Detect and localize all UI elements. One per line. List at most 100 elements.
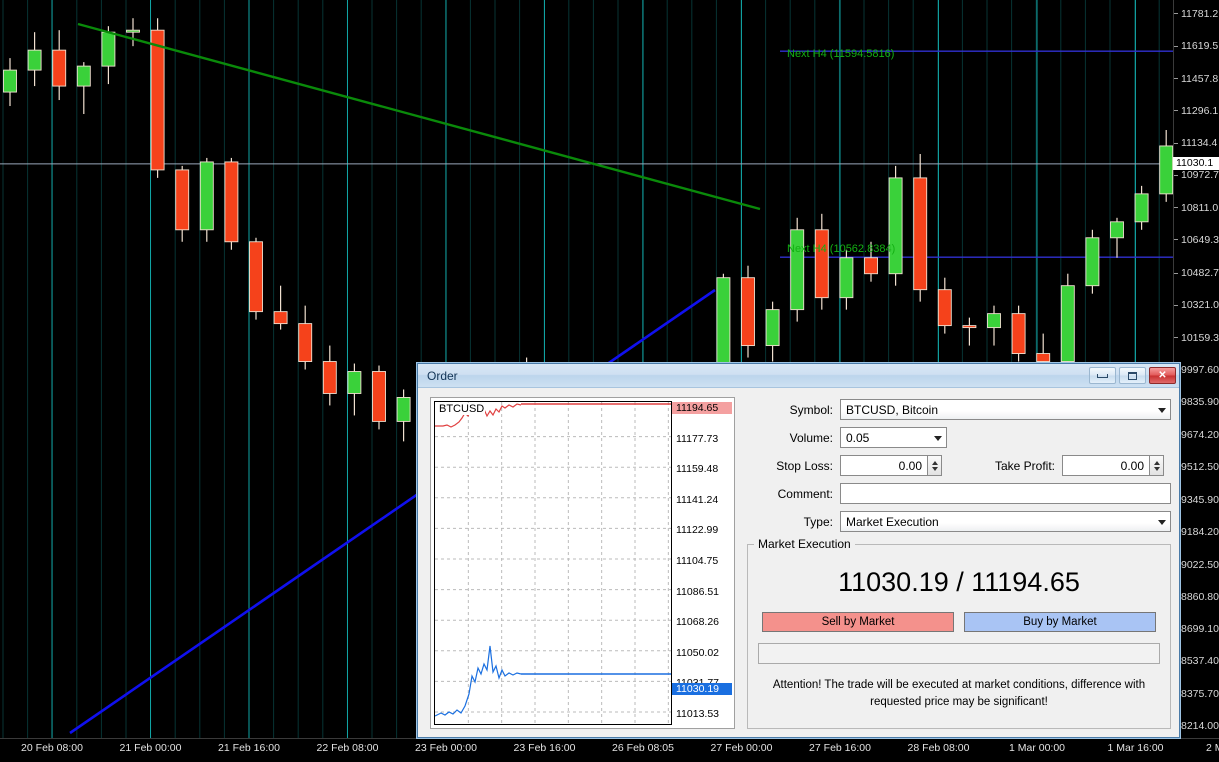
time-tick: 22 Feb 08:00 (317, 742, 379, 754)
stop-loss-stepper[interactable] (927, 455, 942, 476)
sell-by-market-button[interactable]: Sell by Market (762, 612, 954, 632)
price-tick: 10159.3 (1174, 332, 1219, 344)
tick-price-label: 11177.73 (676, 433, 718, 445)
time-scale[interactable]: 20 Feb 08:00 21 Feb 00:00 21 Feb 16:00 22 F… (0, 738, 1219, 762)
price-tick: 11296.1 (1174, 105, 1219, 117)
price-tick: 10482.7 (1174, 267, 1219, 279)
time-tick: 26 Feb 08:05 (612, 742, 674, 754)
chevron-down-icon (1154, 467, 1160, 471)
minimize-button[interactable] (1089, 367, 1116, 384)
volume-select[interactable]: 0.05 (840, 427, 947, 448)
price-tick: 9022.50 (1174, 559, 1219, 571)
type-row: Type: Market Execution (747, 511, 1171, 532)
tick-price-label: 11013.53 (676, 708, 719, 720)
ask-price-tag: 11194.65 (672, 402, 732, 414)
price-tick: 11781.2 (1174, 8, 1219, 20)
price-tick: 9512.50 (1174, 461, 1219, 473)
volume-row: Volume: 0.05 (747, 427, 1171, 448)
price-tick: 8699.10 (1174, 623, 1219, 635)
price-tick: 10321.0 (1174, 299, 1219, 311)
price-tick: 9835.90 (1174, 396, 1219, 408)
market-execution-legend: Market Execution (754, 537, 855, 551)
market-execution-group: Market Execution 11030.19 / 11194.65 Sel… (747, 544, 1171, 729)
dialog-body: BTCUSD 11194.65 11177.73 11159.48 11141.24 1… (418, 388, 1179, 737)
type-label: Type: (747, 515, 840, 529)
price-tick: 11134.4 (1174, 137, 1219, 149)
attention-message: Attention! The trade will be executed at… (758, 677, 1160, 710)
chevron-up-icon (1154, 461, 1160, 465)
price-tick: 8537.40 (1174, 655, 1219, 667)
price-tick: 8860.80 (1174, 591, 1219, 603)
take-profit-label: Take Profit: (942, 459, 1062, 473)
time-tick: 21 Feb 16:00 (218, 742, 280, 754)
close-icon: ✕ (1158, 370, 1166, 381)
time-tick: 23 Feb 16:00 (514, 742, 576, 754)
tick-price-label: 11104.75 (676, 555, 718, 567)
price-tick: 9674.20 (1174, 429, 1219, 441)
symbol-label: Symbol: (747, 403, 840, 417)
price-tick: 9997.60 (1174, 364, 1219, 376)
comment-input[interactable] (840, 483, 1171, 504)
next-h4-resistance-label: Next H4 (11594.5816) (787, 48, 894, 60)
minimize-icon (1097, 374, 1108, 378)
order-status-field (758, 643, 1160, 664)
tick-chart-canvas (435, 402, 672, 725)
tick-price-label: 11086.51 (676, 586, 719, 598)
tick-chart-panel[interactable]: BTCUSD 11194.65 11177.73 11159.48 11141.24 1… (430, 397, 735, 729)
current-price-tag: 11030.1 (1173, 157, 1219, 170)
time-tick: 21 Feb 00:00 (120, 742, 182, 754)
symbol-select[interactable]: BTCUSD, Bitcoin (840, 399, 1171, 420)
chevron-up-icon (932, 461, 938, 465)
tick-price-label: 11141.24 (676, 494, 718, 506)
time-tick: 27 Feb 16:00 (809, 742, 871, 754)
next-h4-support-label: Next H4 (10562.8384) (787, 243, 895, 255)
symbol-value: BTCUSD, Bitcoin (846, 403, 938, 417)
take-profit-input[interactable]: 0.00 (1062, 455, 1150, 476)
price-quote: 11030.19 / 11194.65 (838, 567, 1080, 598)
dialog-title: Order (427, 369, 1086, 383)
tick-chart-plot[interactable]: BTCUSD (434, 401, 672, 725)
take-profit-stepper[interactable] (1149, 455, 1164, 476)
tick-chart-symbol-label: BTCUSD (438, 403, 485, 415)
volume-label: Volume: (747, 431, 840, 445)
price-tick: 8214.00 (1174, 720, 1219, 732)
tick-price-label: 11050.02 (676, 647, 719, 659)
comment-label: Comment: (747, 487, 840, 501)
price-tick: 11619.5 (1174, 40, 1219, 52)
tick-price-label: 11068.26 (676, 616, 719, 628)
tick-chart-price-scale: 11194.6511177.7311159.4811141.2411122.99… (672, 398, 734, 728)
time-tick: 20 Feb 08:00 (21, 742, 83, 754)
price-tick: 10972.7 (1174, 169, 1219, 181)
sl-tp-row: Stop Loss: 0.00 Take Profit: 0.00 (747, 455, 1171, 476)
price-tick: 9345.90 (1174, 494, 1219, 506)
time-tick: 2 Mar 08:00 (1206, 742, 1219, 754)
dialog-titlebar[interactable]: Order ✕ (418, 364, 1179, 388)
maximize-icon (1128, 372, 1137, 380)
price-tick: 10649.3 (1174, 234, 1219, 246)
maximize-button[interactable] (1119, 367, 1146, 384)
time-tick: 23 Feb 00:00 (415, 742, 477, 754)
time-tick: 1 Mar 00:00 (1009, 742, 1065, 754)
chevron-down-icon (1158, 520, 1166, 525)
volume-value: 0.05 (846, 431, 869, 445)
bid-price-tag: 11030.19 (672, 683, 732, 695)
order-dialog[interactable]: Order ✕ BTCUSD 11194.65 11177.73 11159.48 1… (417, 363, 1180, 738)
stop-loss-label: Stop Loss: (747, 459, 840, 473)
type-value: Market Execution (846, 515, 939, 529)
price-tick: 10811.0 (1174, 202, 1219, 214)
price-tick: 11457.8 (1174, 73, 1219, 85)
price-tick: 9184.20 (1174, 526, 1219, 538)
buy-by-market-button[interactable]: Buy by Market (964, 612, 1156, 632)
chevron-down-icon (1158, 408, 1166, 413)
order-form: Symbol: BTCUSD, Bitcoin Volume: 0.05 Sto… (747, 397, 1171, 729)
time-tick: 1 Mar 16:00 (1107, 742, 1163, 754)
type-select[interactable]: Market Execution (840, 511, 1171, 532)
time-tick: 27 Feb 00:00 (711, 742, 773, 754)
comment-row: Comment: (747, 483, 1171, 504)
trade-buttons: Sell by Market Buy by Market (758, 612, 1160, 632)
price-tick: 8375.70 (1174, 688, 1219, 700)
stop-loss-input[interactable]: 0.00 (840, 455, 928, 476)
chevron-down-icon (934, 436, 942, 441)
close-button[interactable]: ✕ (1149, 367, 1176, 384)
tick-price-label: 11159.48 (676, 463, 718, 475)
